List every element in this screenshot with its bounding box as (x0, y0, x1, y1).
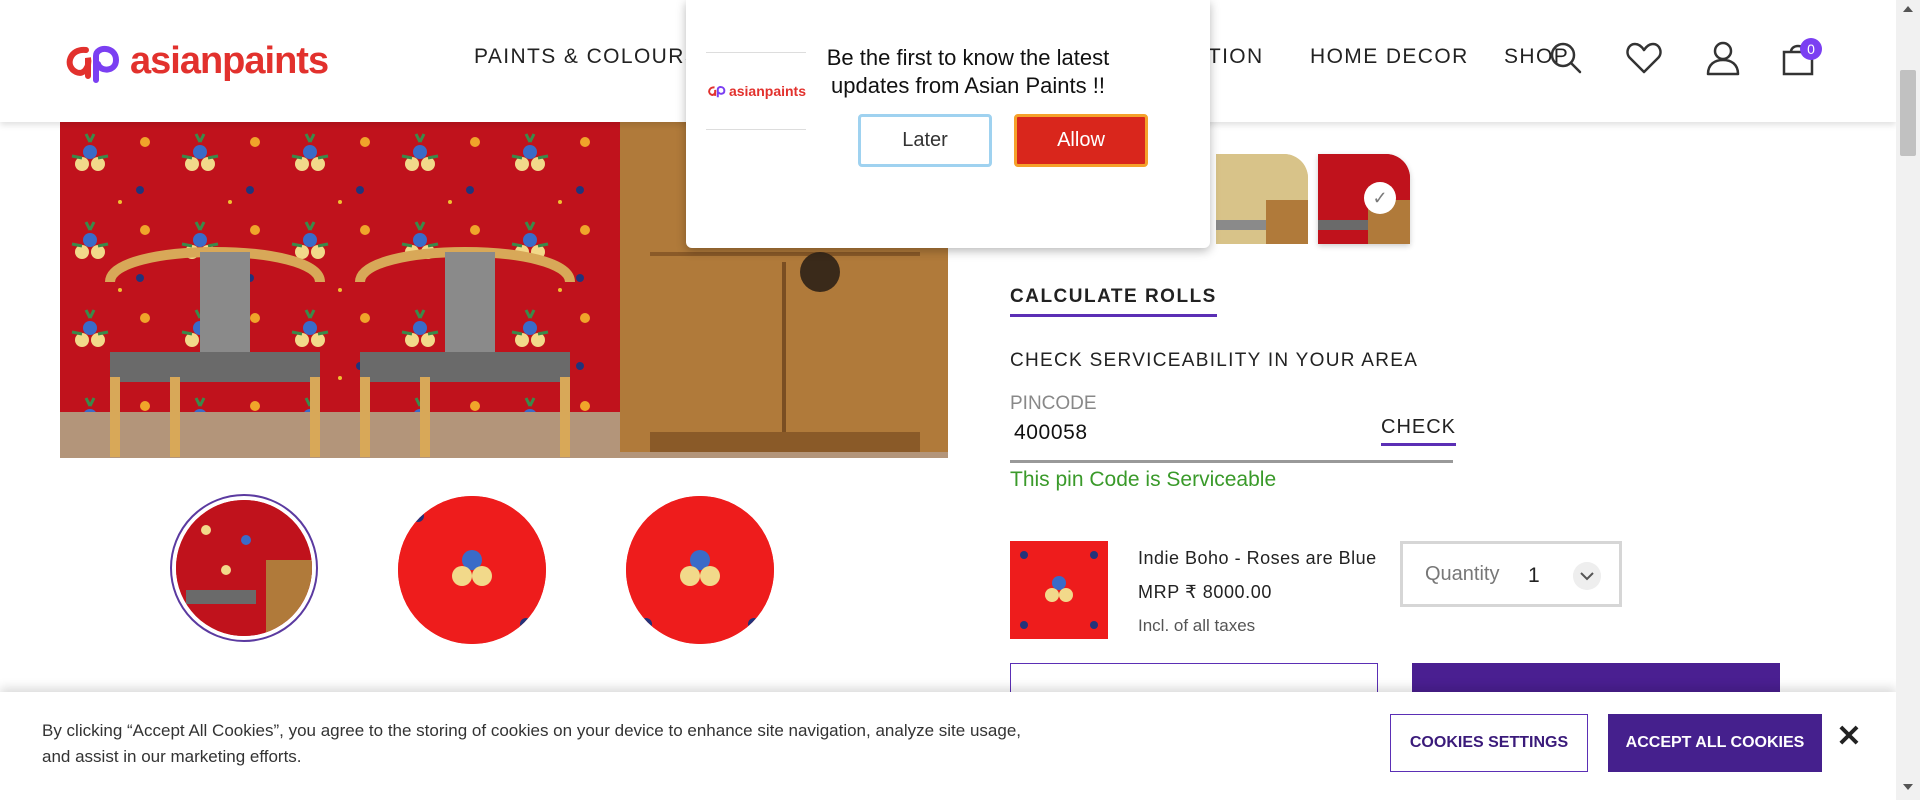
tax-note: Incl. of all taxes (1138, 616, 1256, 635)
allow-button[interactable]: Allow (1014, 114, 1148, 167)
user-icon[interactable] (1703, 38, 1743, 78)
serviceability-title: CHECK SERVICEABILITY IN YOUR AREA (1010, 350, 1419, 371)
logo-mark-icon (66, 46, 120, 83)
check-pincode-button[interactable]: CHECK (1381, 416, 1457, 446)
thumb-pattern-art-2 (626, 496, 774, 644)
scroll-thumb[interactable] (1900, 70, 1916, 156)
popup-message: Be the first to know the latest updates … (826, 45, 1110, 98)
logo-text: asianpaints (130, 39, 329, 82)
product-thumbnail (1010, 541, 1108, 639)
serviceability-status: This pin Code is Serviceable (1010, 468, 1277, 491)
popup-logo-text: asianpaints (728, 83, 806, 99)
cookie-banner: By clicking “Accept All Cookies”, you ag… (0, 692, 1896, 800)
nav-item-home-decor[interactable]: HOME DECOR (1310, 45, 1469, 69)
variant-swatch-red-selected[interactable]: ✓ (1318, 154, 1410, 244)
quantity-selector[interactable]: Quantity 1 (1400, 541, 1622, 607)
popup-logo: asianpaints (706, 52, 806, 130)
gallery-thumbnail-pattern-1[interactable] (398, 496, 546, 644)
close-icon[interactable]: ✕ (1834, 722, 1864, 752)
gallery-thumbnail-pattern-2[interactable] (626, 496, 774, 644)
wishlist-heart-icon[interactable] (1624, 38, 1664, 78)
scroll-down-arrow-icon[interactable] (1903, 784, 1913, 790)
page-scrollbar[interactable] (1896, 0, 1920, 800)
calculate-rolls-link[interactable]: CALCULATE ROLLS (1010, 286, 1217, 317)
scroll-up-arrow-icon[interactable] (1903, 6, 1913, 12)
popup-logo-mark-icon (708, 86, 726, 98)
push-notification-popup: asianpaints Be the first to know the lat… (686, 0, 1210, 248)
pincode-label: PINCODE (1010, 393, 1097, 414)
variant-swatch-beige[interactable] (1216, 154, 1308, 244)
accept-all-cookies-button[interactable]: ACCEPT ALL COOKIES (1608, 714, 1822, 772)
product-price: MRP ₹ 8000.00 (1138, 582, 1272, 602)
cart-count-badge: 0 (1800, 38, 1822, 60)
variant-beige-art (1216, 154, 1308, 244)
cookies-settings-button[interactable]: COOKIES SETTINGS (1390, 714, 1588, 772)
checkmark-icon: ✓ (1364, 182, 1396, 214)
search-icon[interactable] (1546, 38, 1586, 78)
gallery-thumbnail-room[interactable] (170, 494, 318, 642)
pincode-input[interactable]: 400058 (1014, 421, 1088, 445)
pincode-underline (1010, 460, 1453, 463)
quantity-value: 1 (1528, 564, 1540, 587)
later-button[interactable]: Later (858, 114, 992, 167)
nav-item-paints-colours[interactable]: PAINTS & COLOURS (474, 45, 700, 69)
thumb-pattern-art (398, 496, 546, 644)
cookie-message: By clicking “Accept All Cookies”, you ag… (42, 721, 1021, 766)
product-name: Indie Boho - Roses are Blue (1138, 548, 1377, 568)
product-thumb-art (1010, 541, 1108, 639)
quantity-label: Quantity (1425, 563, 1500, 585)
thumb-room-art (176, 500, 312, 636)
asianpaints-logo[interactable]: asianpaints (60, 36, 329, 86)
chevron-down-icon[interactable] (1573, 562, 1601, 590)
